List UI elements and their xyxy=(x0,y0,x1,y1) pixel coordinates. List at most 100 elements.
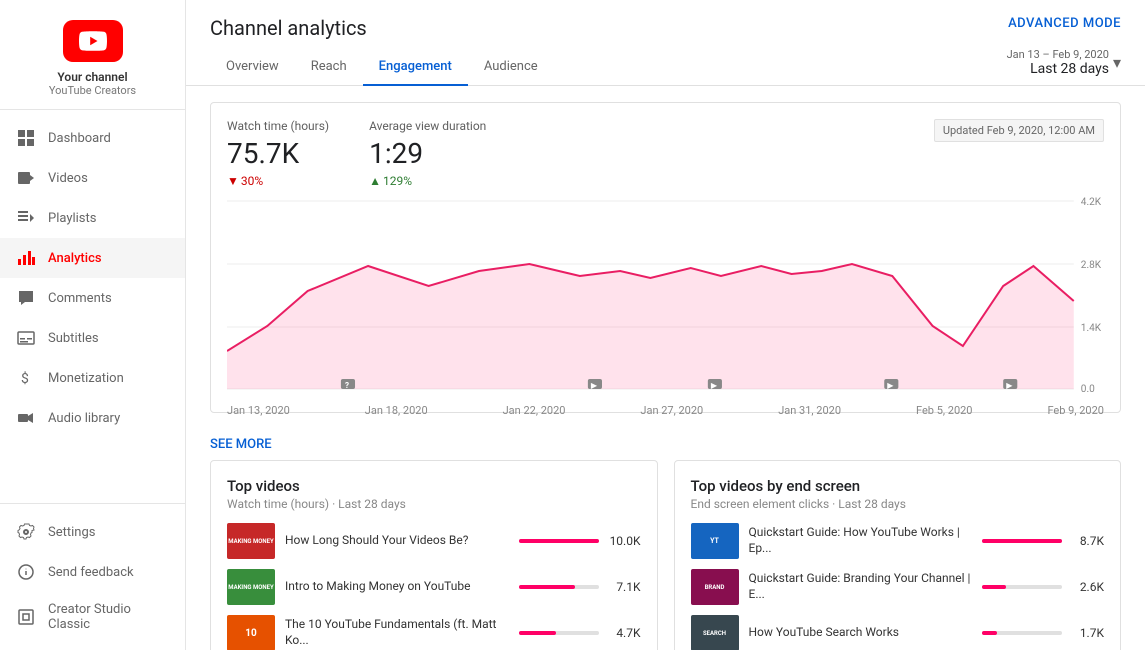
advanced-mode-button[interactable]: ADVANCED MODE xyxy=(1008,16,1121,31)
end-screen-subtitle: End screen element clicks · Last 28 days xyxy=(691,497,1105,511)
top-video-item-2: 10 The 10 YouTube Fundamentals (ft. Matt… xyxy=(227,615,641,650)
date-range-picker[interactable]: Jan 13 – Feb 9, 2020 Last 28 days ▾ xyxy=(1007,48,1121,85)
bar-area-2: 4.7K xyxy=(519,626,641,640)
end-bar-area-0: 8.7K xyxy=(982,534,1104,548)
sidebar-label-analytics: Analytics xyxy=(48,251,102,266)
channel-name: Your channel xyxy=(57,70,127,84)
chart-marker-5-label: ▶ xyxy=(1006,381,1013,390)
x-label-0: Jan 13, 2020 xyxy=(227,404,290,417)
bar-area-1: 7.1K xyxy=(519,580,641,594)
page-title: Channel analytics xyxy=(210,16,367,40)
feedback-icon xyxy=(16,562,36,582)
end-thumb-2: SEARCH xyxy=(691,615,739,650)
bar-fill-2 xyxy=(519,631,557,635)
bar-fill-1 xyxy=(519,585,576,589)
bar-fill-0 xyxy=(519,539,599,543)
sidebar-item-playlists[interactable]: Playlists xyxy=(0,198,185,238)
youtube-logo-icon xyxy=(63,20,123,62)
chart-marker-3-label: ▶ xyxy=(711,381,718,390)
cards-row: Top videos Watch time (hours) · Last 28 … xyxy=(186,460,1145,650)
list-icon xyxy=(16,208,36,228)
video-count-2: 4.7K xyxy=(605,626,641,640)
end-bar-track-0 xyxy=(982,539,1062,543)
tab-overview[interactable]: Overview xyxy=(210,49,295,86)
subtitles-icon xyxy=(16,328,36,348)
sidebar-label-comments: Comments xyxy=(48,291,112,306)
tab-engagement[interactable]: Engagement xyxy=(363,49,468,86)
thumb-1: MAKING MONEY xyxy=(227,569,275,605)
top-video-item-0: MAKING MONEY How Long Should Your Videos… xyxy=(227,523,641,559)
main-content: Channel analytics ADVANCED MODE Overview… xyxy=(186,0,1145,650)
y-label-1: 4.2K xyxy=(1081,197,1102,208)
sidebar-item-settings[interactable]: Settings xyxy=(0,512,185,552)
see-more-section: SEE MORE xyxy=(186,429,1145,460)
top-videos-card: Top videos Watch time (hours) · Last 28 … xyxy=(210,460,658,650)
end-thumb-1: BRAND xyxy=(691,569,739,605)
tabs: Overview Reach Engagement Audience xyxy=(210,49,554,85)
channel-sub: YouTube Creators xyxy=(49,84,136,97)
video-icon xyxy=(16,168,36,188)
sidebar-item-analytics[interactable]: Analytics xyxy=(0,238,185,278)
end-bar-track-1 xyxy=(982,585,1062,589)
end-screen-item-1: BRAND Quickstart Guide: Branding Your Ch… xyxy=(691,569,1105,605)
end-title-1: Quickstart Guide: Branding Your Channel … xyxy=(749,571,973,602)
sidebar-label-creator-studio: Creator Studio Classic xyxy=(48,602,169,632)
sidebar-bottom: Settings Send feedback Creator Studio Cl… xyxy=(0,503,185,650)
sidebar-item-creator-studio[interactable]: Creator Studio Classic xyxy=(0,592,185,642)
bar-area-0: 10.0K xyxy=(519,534,641,548)
avg-duration-label: Average view duration xyxy=(369,119,486,133)
video-title-0: How Long Should Your Videos Be? xyxy=(285,533,509,549)
main-header: Channel analytics ADVANCED MODE xyxy=(186,0,1145,40)
bar-track-1 xyxy=(519,585,599,589)
sidebar-item-audio-library[interactable]: Audio library xyxy=(0,398,185,438)
end-bar-track-2 xyxy=(982,631,1062,635)
sidebar-label-audio-library: Audio library xyxy=(48,411,120,426)
updated-badge: Updated Feb 9, 2020, 12:00 AM xyxy=(934,119,1104,142)
y-label-4: 0.0 xyxy=(1081,384,1095,395)
x-label-1: Jan 18, 2020 xyxy=(365,404,428,417)
tabs-row: Overview Reach Engagement Audience Jan 1… xyxy=(186,40,1145,86)
tab-audience[interactable]: Audience xyxy=(468,49,554,86)
end-bar-fill-2 xyxy=(982,631,997,635)
chart-container: ? ▶ ▶ ▶ ▶ 4.2K 2.8K 1.4K 0.0 xyxy=(227,196,1104,396)
end-bar-fill-0 xyxy=(982,539,1062,543)
analytics-panel: Watch time (hours) 75.7K ▼ 30% Average v… xyxy=(210,102,1121,413)
sidebar-item-dashboard[interactable]: Dashboard xyxy=(0,118,185,158)
avg-duration-change-value: 129% xyxy=(383,174,412,188)
chart-marker-2-label: ▶ xyxy=(591,381,598,390)
x-label-2: Jan 22, 2020 xyxy=(503,404,566,417)
chart-marker-4-label: ▶ xyxy=(887,381,894,390)
sidebar-logo: Your channel YouTube Creators xyxy=(0,0,185,110)
top-end-screen-card: Top videos by end screen End screen elem… xyxy=(674,460,1122,650)
video-count-0: 10.0K xyxy=(605,534,641,548)
bar-track-0 xyxy=(519,539,599,543)
avg-duration-change: ▲ 129% xyxy=(369,174,486,188)
see-more-link[interactable]: SEE MORE xyxy=(210,437,272,452)
video-title-2: The 10 YouTube Fundamentals (ft. Matt Ko… xyxy=(285,617,509,648)
bar-track-2 xyxy=(519,631,599,635)
sidebar-nav: Dashboard Videos Playlists Analytics xyxy=(0,110,185,503)
end-screen-title: Top videos by end screen xyxy=(691,477,1105,495)
video-title-1: Intro to Making Money on YouTube xyxy=(285,579,509,595)
metric-watch-time: Watch time (hours) 75.7K ▼ 30% xyxy=(227,119,329,188)
sidebar-item-subtitles[interactable]: Subtitles xyxy=(0,318,185,358)
sidebar-label-monetization: Monetization xyxy=(48,371,124,386)
thumb-0: MAKING MONEY xyxy=(227,523,275,559)
sidebar-label-subtitles: Subtitles xyxy=(48,331,99,346)
end-count-1: 2.6K xyxy=(1068,580,1104,594)
watch-time-change-value: 30% xyxy=(241,174,263,188)
sidebar-item-videos[interactable]: Videos xyxy=(0,158,185,198)
up-arrow-icon: ▲ xyxy=(369,174,381,188)
sidebar-label-dashboard: Dashboard xyxy=(48,131,111,146)
tab-reach[interactable]: Reach xyxy=(295,49,363,86)
end-thumb-0: YT xyxy=(691,523,739,559)
end-count-2: 1.7K xyxy=(1068,626,1104,640)
gear-icon xyxy=(16,522,36,542)
metric-avg-view-duration: Average view duration 1:29 ▲ 129% xyxy=(369,119,486,188)
sidebar-item-send-feedback[interactable]: Send feedback xyxy=(0,552,185,592)
chart-x-labels: Jan 13, 2020 Jan 18, 2020 Jan 22, 2020 J… xyxy=(227,400,1104,417)
sidebar-item-comments[interactable]: Comments xyxy=(0,278,185,318)
end-screen-item-0: YT Quickstart Guide: How YouTube Works |… xyxy=(691,523,1105,559)
top-videos-subtitle: Watch time (hours) · Last 28 days xyxy=(227,497,641,511)
sidebar-item-monetization[interactable]: $ Monetization xyxy=(0,358,185,398)
